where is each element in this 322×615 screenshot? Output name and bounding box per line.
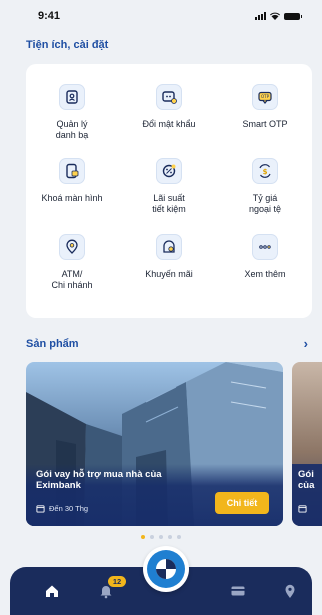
util-label: Smart OTP [242, 119, 288, 129]
util-contacts[interactable]: Quản lý danh bạ [26, 84, 118, 141]
carousel-dot[interactable] [150, 535, 154, 539]
products-title: Sản phẩm [26, 337, 79, 350]
product-banner-next[interactable]: Gói của [292, 362, 322, 526]
util-label: Xem thêm [244, 269, 286, 279]
fab-inner [147, 550, 185, 588]
utilities-title: Tiện ích, cài đặt [26, 39, 109, 51]
products-header: Sản phẩm › [26, 336, 308, 351]
carousel-dot[interactable] [168, 535, 172, 539]
carousel-dots [141, 535, 181, 539]
lock-screen-icon [59, 158, 85, 184]
interest-rate-icon [156, 158, 182, 184]
home-icon [46, 585, 58, 597]
util-label: Lãi suất tiết kiệm [152, 193, 186, 214]
atm-branch-icon [59, 234, 85, 260]
utilities-card: Quản lý danh bạ Đổi mật khẩu OTP Smart O… [26, 64, 312, 318]
calendar-icon [36, 505, 45, 513]
wifi-icon [270, 12, 280, 20]
password-icon [156, 84, 182, 110]
exchange-rate-icon: $ [252, 158, 278, 184]
product-banner[interactable]: Gói vay hỗ trợ mua nhà của Eximbank Đến … [26, 362, 283, 526]
util-label: Khoá màn hình [41, 193, 103, 203]
util-atm-branch[interactable]: ATM/ Chi nhánh [26, 234, 118, 291]
battery-icon [284, 12, 302, 20]
util-savings-rate[interactable]: Lãi suất tiết kiệm [123, 158, 215, 215]
location-icon [285, 584, 295, 598]
otp-icon: OTP [252, 84, 278, 110]
detail-button[interactable]: Chi tiết [215, 492, 269, 514]
carousel-dot[interactable] [141, 535, 145, 539]
carousel-dot[interactable] [177, 535, 181, 539]
products-more-button[interactable]: › [304, 336, 308, 351]
util-label: Quản lý danh bạ [55, 119, 89, 140]
tab-home[interactable] [40, 579, 64, 603]
notification-badge: 12 [108, 576, 126, 587]
util-promotion[interactable]: Khuyến mãi [123, 234, 215, 280]
calendar-icon [298, 505, 307, 513]
logo-icon [156, 559, 176, 579]
card-icon [231, 586, 245, 596]
banner-date: Đến 30 Thg [36, 504, 88, 513]
contacts-icon [59, 84, 85, 110]
banner-title: Gói của [298, 469, 315, 491]
tab-notifications[interactable]: 12 [94, 576, 126, 603]
signal-icon [255, 12, 266, 20]
status-bar: 9:41 [0, 0, 322, 32]
more-icon [252, 234, 278, 260]
util-lock-screen[interactable]: Khoá màn hình [26, 158, 118, 204]
util-label: Khuyến mãi [145, 269, 193, 279]
promotion-icon [156, 234, 182, 260]
carousel-dot[interactable] [159, 535, 163, 539]
util-label: Đổi mật khẩu [142, 119, 196, 129]
status-icons [255, 12, 302, 20]
tab-location[interactable] [278, 579, 302, 603]
svg-text:$: $ [263, 168, 268, 176]
util-smart-otp[interactable]: OTP Smart OTP [219, 84, 311, 130]
util-label: ATM/ Chi nhánh [51, 269, 93, 290]
banner-title: Gói vay hỗ trợ mua nhà của Eximbank [36, 469, 162, 491]
util-more[interactable]: Xem thêm [219, 234, 311, 280]
util-change-password[interactable]: Đổi mật khẩu [123, 84, 215, 130]
main-action-button[interactable] [143, 546, 189, 592]
util-label: Tỷ giá ngoại tệ [248, 193, 282, 214]
banner-date-text: Đến 30 Thg [49, 504, 89, 513]
svg-text:OTP: OTP [261, 94, 270, 99]
status-time: 9:41 [38, 10, 61, 22]
util-exchange-rate[interactable]: $ Tỷ giá ngoại tệ [219, 158, 311, 215]
tab-cards[interactable] [226, 579, 250, 603]
